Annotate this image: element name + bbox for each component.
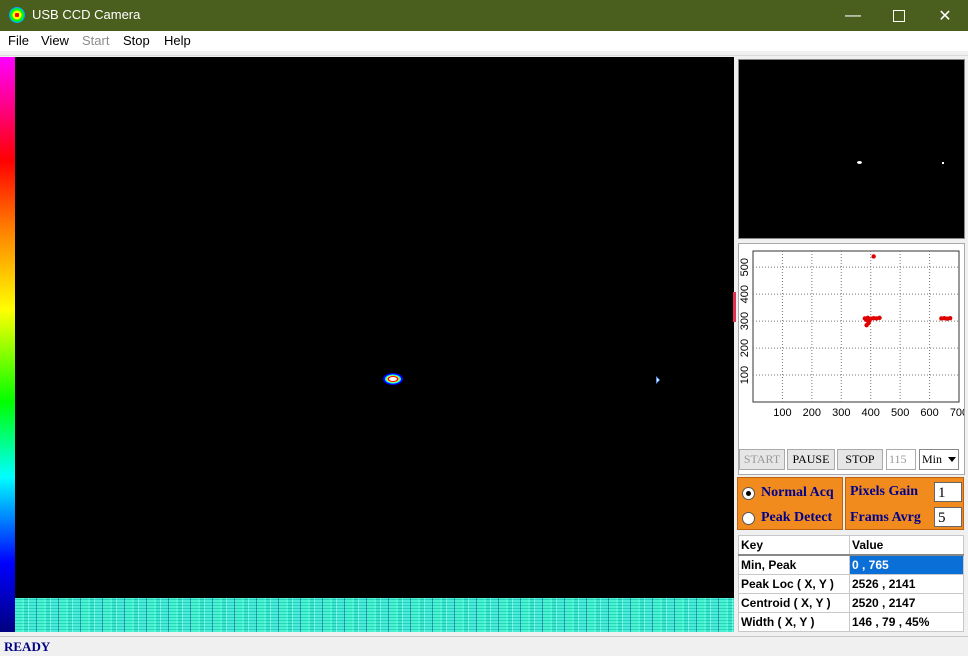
table-row[interactable]: Min, Peak 0 , 765 (738, 554, 964, 575)
y-tick-label: 200 (739, 339, 751, 357)
menu-file[interactable]: File (8, 33, 29, 48)
key-header[interactable]: Key (738, 535, 850, 556)
minimize-button[interactable]: — (830, 0, 876, 31)
table-row[interactable]: Width ( X, Y ) 146 , 79 , 45% (738, 612, 964, 632)
menu-stop[interactable]: Stop (123, 33, 150, 48)
table-header: Key Value (738, 535, 964, 556)
pause-button[interactable]: PAUSE (787, 449, 835, 470)
y-tick-label: 300 (739, 312, 751, 330)
measurements-table: Key Value Min, Peak 0 , 765 Peak Loc ( X… (738, 535, 964, 632)
stop-button[interactable]: STOP (837, 449, 883, 470)
status-bar: READY (0, 636, 968, 656)
row-value: 146 , 79 , 45% (849, 612, 964, 632)
app-icon (9, 7, 25, 23)
peak-detect-option[interactable]: Peak Detect (742, 510, 832, 526)
min-select[interactable]: Min (919, 449, 959, 470)
maximize-button[interactable] (876, 0, 922, 31)
thumbnail-view (738, 59, 965, 239)
profile-plot: 100 200 300 400 500 600 700 100 200 300 400 500 (739, 250, 964, 419)
row-key: Peak Loc ( X, Y ) (738, 574, 850, 594)
frames-avrg-input[interactable]: 5 (934, 507, 962, 527)
min-select-value: Min (922, 452, 943, 466)
maximize-icon (893, 9, 905, 22)
color-scale-bar (0, 57, 15, 632)
menu-start[interactable]: Start (82, 33, 109, 48)
data-point (947, 315, 953, 321)
x-tick-label: 500 (891, 407, 909, 419)
pixels-gain-label: Pixels Gain (850, 484, 919, 499)
data-point (864, 322, 869, 328)
menu-bar: File View Start Stop Help (0, 31, 968, 51)
camera-image-view[interactable] (15, 57, 734, 632)
x-tick-label: 100 (773, 407, 791, 419)
beam-spot (383, 373, 403, 385)
row-marker[interactable] (733, 292, 736, 322)
normal-acq-radio[interactable] (742, 486, 755, 500)
menu-separator (0, 51, 968, 56)
row-key: Centroid ( X, Y ) (738, 593, 850, 613)
row-value: 2526 , 2141 (849, 574, 964, 594)
close-button[interactable]: ✕ (922, 0, 968, 31)
close-icon: ✕ (938, 7, 952, 25)
status-text: READY (4, 639, 51, 654)
plot-frame (752, 250, 960, 403)
table-row[interactable]: Peak Loc ( X, Y ) 2526 , 2141 (738, 574, 964, 594)
row-key: Min, Peak (738, 554, 850, 575)
thumbnail-spot-secondary (942, 162, 944, 164)
data-point (877, 315, 882, 321)
start-button[interactable]: START (739, 449, 785, 470)
data-point (871, 254, 876, 259)
row-key: Width ( X, Y ) (738, 612, 850, 632)
window-title: USB CCD Camera (32, 7, 141, 22)
normal-acq-option[interactable]: Normal Acq (742, 485, 834, 501)
minimize-icon: — (845, 6, 861, 24)
x-tick-label: 600 (920, 407, 938, 419)
noise-band (15, 598, 734, 632)
secondary-spot (656, 376, 660, 384)
peak-detect-radio[interactable] (742, 511, 755, 525)
x-tick-label: 700 (950, 407, 964, 419)
y-tick-label: 500 (739, 258, 751, 276)
pixels-gain-input[interactable]: 1 (934, 482, 962, 502)
x-tick-label: 200 (803, 407, 821, 419)
frames-avrg-label: Frams Avrg (850, 510, 921, 525)
value-header[interactable]: Value (849, 535, 964, 556)
mode-panel: Normal Acq Peak Detect (737, 477, 843, 530)
peak-detect-label: Peak Detect (761, 510, 833, 525)
menu-help[interactable]: Help (164, 33, 191, 48)
x-tick-label: 400 (862, 407, 880, 419)
profile-plot-panel: 100 200 300 400 500 600 700 100 200 300 400 500 (738, 243, 965, 475)
thumbnail-spot (857, 161, 862, 164)
chevron-down-icon (948, 457, 956, 462)
x-tick-label: 300 (832, 407, 850, 419)
count-input[interactable]: 115 (886, 449, 916, 470)
y-tick-label: 100 (739, 366, 751, 384)
params-panel: Pixels Gain 1 Frams Avrg 5 (845, 477, 964, 530)
normal-acq-label: Normal Acq (761, 485, 834, 500)
y-tick-label: 400 (739, 285, 751, 303)
menu-view[interactable]: View (41, 33, 69, 48)
acquisition-controls: START PAUSE STOP 115 Min (739, 449, 963, 471)
title-bar: USB CCD Camera — ✕ (0, 0, 968, 31)
table-row[interactable]: Centroid ( X, Y ) 2520 , 2147 (738, 593, 964, 613)
row-value: 0 , 765 (849, 554, 964, 575)
row-value: 2520 , 2147 (849, 593, 964, 613)
